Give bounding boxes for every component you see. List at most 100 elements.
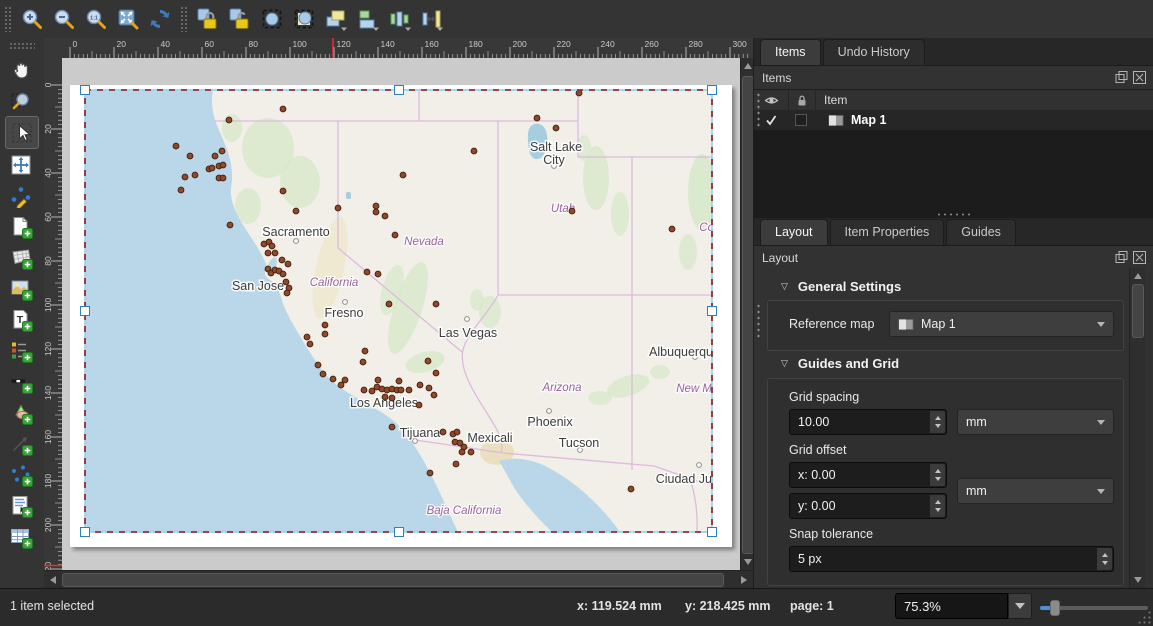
- add-scalebar-button[interactable]: [5, 366, 37, 397]
- select-move-item-button[interactable]: [5, 116, 39, 149]
- svg-text:280: 280: [689, 39, 703, 49]
- spinner-buttons[interactable]: [1097, 548, 1112, 570]
- scroll-up-arrow[interactable]: [1134, 273, 1142, 279]
- move-item-content-button[interactable]: [5, 149, 37, 180]
- tab-guides[interactable]: Guides: [946, 219, 1016, 245]
- panel-scroll-thumb[interactable]: [1132, 284, 1144, 338]
- tab-layout[interactable]: Layout: [760, 219, 828, 245]
- close-panel-icon[interactable]: [1133, 251, 1146, 264]
- spinner-buttons[interactable]: [930, 464, 945, 486]
- scroll-down-arrow[interactable]: [744, 559, 752, 565]
- panel-splitter-handle[interactable]: [936, 212, 972, 217]
- canvas-vertical-scrollbar[interactable]: [740, 58, 754, 570]
- toolbar-grip[interactable]: [180, 6, 188, 32]
- grid-offset-unit-combo[interactable]: mm: [957, 478, 1114, 504]
- scroll-down-arrow[interactable]: [1134, 577, 1142, 583]
- zoom-actual-icon: 1:1: [84, 7, 108, 31]
- lock-checkbox[interactable]: [795, 114, 807, 126]
- lock-selected-items-button[interactable]: [192, 4, 224, 34]
- tab-items[interactable]: Items: [760, 39, 821, 65]
- distribute-selected-items-icon: [388, 7, 412, 31]
- svg-text:200: 200: [44, 518, 53, 532]
- spinner-buttons[interactable]: [930, 495, 945, 517]
- grid-offset-y-input[interactable]: y: 0.00: [789, 493, 947, 519]
- layout-panel-scrollbar[interactable]: [1129, 268, 1145, 588]
- horizontal-scroll-thumb[interactable]: [62, 573, 724, 587]
- scroll-up-arrow[interactable]: [744, 63, 752, 69]
- tab-item-properties[interactable]: Item Properties: [830, 219, 945, 245]
- add-arrow-button[interactable]: [5, 428, 37, 459]
- add-legend-button[interactable]: [5, 335, 37, 366]
- selection-resize-handle[interactable]: [80, 527, 90, 537]
- zoom-full-button[interactable]: [112, 4, 144, 34]
- zoom-in-button[interactable]: [16, 4, 48, 34]
- selection-resize-handle[interactable]: [80, 306, 90, 316]
- grid-offset-x-input[interactable]: x: 0.00: [789, 462, 947, 488]
- add-shape-button[interactable]: [5, 397, 37, 428]
- selection-resize-handle[interactable]: [80, 85, 90, 95]
- panel-drag-handle[interactable]: [756, 92, 761, 128]
- add-label-button[interactable]: T: [5, 304, 37, 335]
- visible-checkmark[interactable]: [765, 114, 778, 126]
- add-map-button[interactable]: [5, 242, 37, 273]
- scroll-right-arrow[interactable]: [741, 576, 747, 584]
- chevron-down-icon: [1097, 322, 1105, 327]
- selection-resize-handle[interactable]: [707, 85, 717, 95]
- refresh-view-button[interactable]: [144, 4, 176, 34]
- add-legend-icon: [9, 339, 33, 363]
- zoom-actual-button[interactable]: 1:1: [80, 4, 112, 34]
- toolbar-grip[interactable]: [9, 42, 35, 50]
- map-item[interactable]: CaliforniaNevadaUtahArizonaNew MBaja Cal…: [70, 85, 732, 547]
- grid-spacing-unit: mm: [966, 415, 987, 429]
- close-panel-icon[interactable]: [1133, 71, 1146, 84]
- selection-resize-handle[interactable]: [394, 85, 404, 95]
- deselect-all-button[interactable]: [288, 4, 320, 34]
- guides-and-grid-section[interactable]: ▽ Guides and Grid: [781, 356, 899, 371]
- page-1-paper[interactable]: CaliforniaNevadaUtahArizonaNew MBaja Cal…: [70, 85, 732, 547]
- add-page-icon: [9, 215, 33, 239]
- lock-column-icon: [796, 94, 808, 107]
- window-resize-grip[interactable]: [1137, 610, 1151, 624]
- raise-selected-items-button[interactable]: [320, 4, 352, 34]
- zoom-level-input[interactable]: 75.3%: [895, 593, 1008, 619]
- grid-spacing-unit-combo[interactable]: mm: [957, 409, 1114, 435]
- reference-map-combo[interactable]: Map 1: [889, 311, 1114, 337]
- vertical-ruler: 020406080100120140160180200220: [44, 58, 63, 570]
- refresh-view-icon: [148, 7, 172, 31]
- lock-selected-items-icon: [196, 7, 220, 31]
- selection-resize-handle[interactable]: [394, 527, 404, 537]
- pan-button[interactable]: [5, 54, 37, 85]
- scroll-left-arrow[interactable]: [50, 576, 56, 584]
- add-picture-button[interactable]: [5, 273, 37, 304]
- align-selected-items-button[interactable]: [352, 4, 384, 34]
- resize-selected-items-button[interactable]: [416, 4, 448, 34]
- toolbar-grip[interactable]: [4, 6, 12, 32]
- items-panel-tabbar: ItemsUndo History: [754, 38, 1153, 66]
- grid-offset-y-value: y: 0.00: [798, 499, 836, 513]
- tab-undo-history[interactable]: Undo History: [823, 39, 925, 65]
- selection-resize-handle[interactable]: [707, 527, 717, 537]
- zoom-combo-button[interactable]: [1008, 593, 1032, 619]
- item-row-map1[interactable]: Map 1: [754, 110, 1153, 130]
- unlock-all-button[interactable]: [224, 4, 256, 34]
- panel-drag-handle[interactable]: [756, 303, 761, 339]
- spinner-buttons[interactable]: [930, 411, 945, 433]
- zoom-tool-button[interactable]: [5, 85, 37, 116]
- zoom-slider-handle[interactable]: [1050, 600, 1060, 616]
- edit-nodes-item-button[interactable]: [5, 180, 37, 211]
- canvas-horizontal-scrollbar[interactable]: [44, 570, 753, 589]
- float-panel-icon[interactable]: [1115, 251, 1128, 264]
- add-html-button[interactable]: [5, 490, 37, 521]
- selection-resize-handle[interactable]: [707, 306, 717, 316]
- snap-tolerance-input[interactable]: 5 px: [789, 546, 1114, 572]
- zoom-out-button[interactable]: [48, 4, 80, 34]
- select-all-button[interactable]: [256, 4, 288, 34]
- add-attribute-table-button[interactable]: [5, 521, 37, 552]
- grid-spacing-input[interactable]: 10.00: [789, 409, 947, 435]
- add-page-button[interactable]: [5, 211, 37, 242]
- add-node-item-button[interactable]: [5, 459, 37, 490]
- float-panel-icon[interactable]: [1115, 71, 1128, 84]
- layout-canvas[interactable]: CaliforniaNevadaUtahArizonaNew MBaja Cal…: [62, 58, 740, 570]
- general-settings-section[interactable]: ▽ General Settings: [781, 279, 901, 294]
- distribute-selected-items-button[interactable]: [384, 4, 416, 34]
